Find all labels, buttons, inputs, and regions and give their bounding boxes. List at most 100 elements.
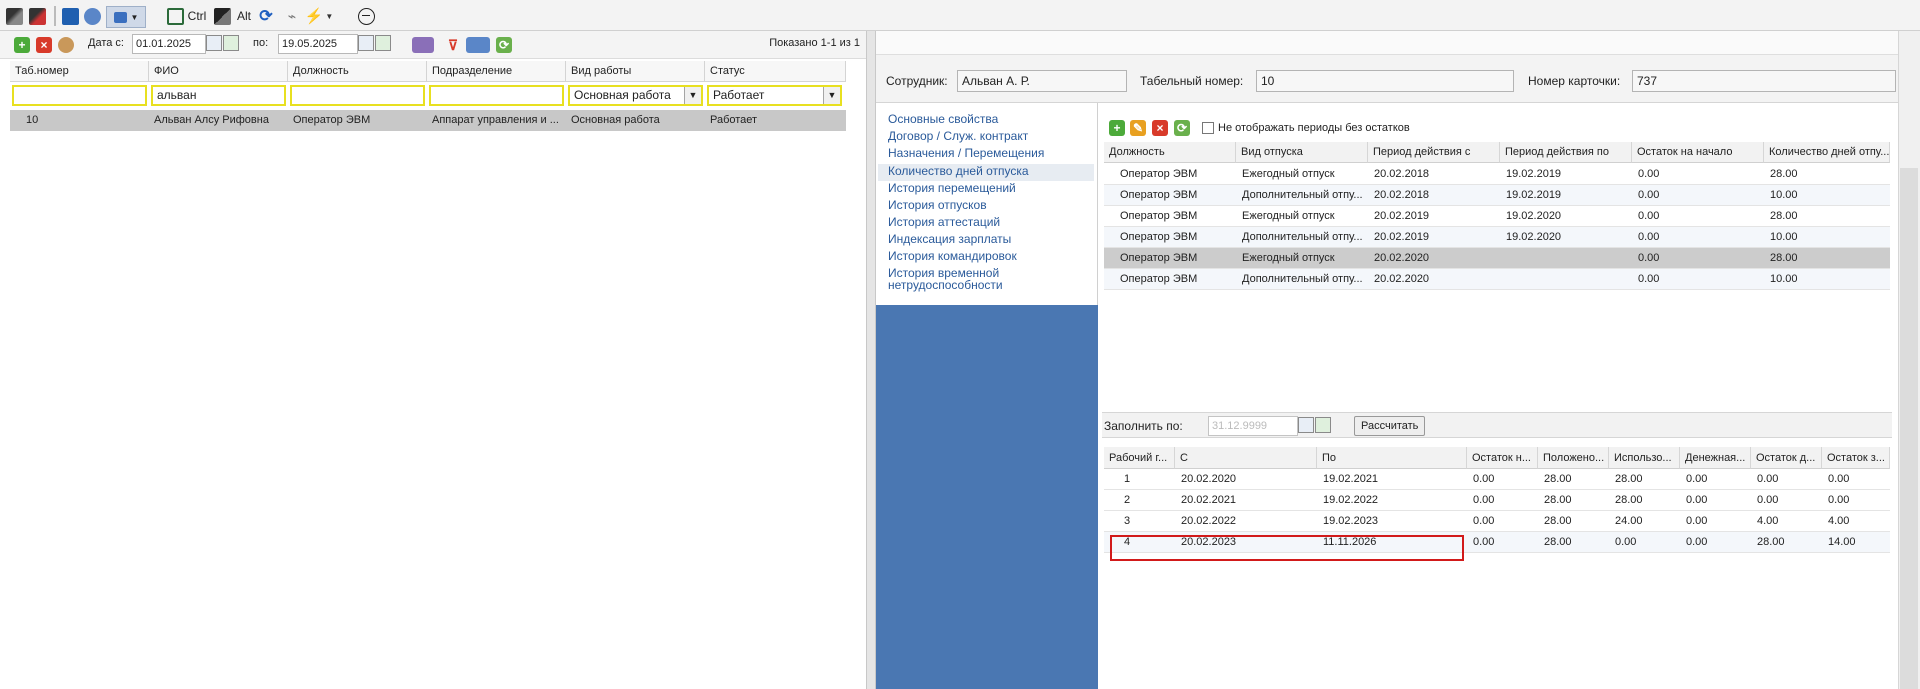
cell-balance-start: 0.00 xyxy=(1638,210,1660,222)
cell-period-from: 20.02.2020 xyxy=(1374,273,1430,285)
column-header-entitled[interactable]: Положено... xyxy=(1538,447,1609,469)
cell-balance-end: 4.00 xyxy=(1828,515,1850,527)
filter-clear-icon[interactable]: ⊽ xyxy=(442,37,464,53)
date-clear-icon[interactable] xyxy=(223,35,239,51)
cell-days-count: 10.00 xyxy=(1770,273,1798,285)
nav-item-assignments[interactable]: Назначения / Перемещения xyxy=(888,147,1044,160)
refresh-icon[interactable]: ⟳ xyxy=(256,6,276,26)
column-header-period-to[interactable]: Период действия по xyxy=(1500,142,1632,163)
column-header-monetary[interactable]: Денежная... xyxy=(1680,447,1751,469)
plug-icon[interactable]: ⌁ xyxy=(282,6,302,26)
column-header-from[interactable]: С xyxy=(1175,447,1317,469)
tools-edit-icon[interactable] xyxy=(26,6,48,26)
scrollbar-thumb[interactable] xyxy=(1900,168,1918,689)
cell-vacation-type: Дополнительный отпу... xyxy=(1242,273,1363,285)
fill-until-input[interactable]: 31.12.9999 xyxy=(1208,416,1298,436)
refresh-icon[interactable]: ⟳ xyxy=(496,37,512,53)
keyboard-icon[interactable] xyxy=(212,6,232,26)
cell-position: Оператор ЭВМ xyxy=(1120,189,1198,201)
cell-position: Оператор ЭВМ xyxy=(1120,252,1198,264)
cell-vacation-type: Ежегодный отпуск xyxy=(1242,210,1335,222)
calculate-button[interactable]: Рассчитать xyxy=(1354,416,1426,436)
edit-icon[interactable]: ✎ xyxy=(1130,120,1146,136)
calendar-icon[interactable] xyxy=(358,35,374,51)
cell-from: 20.02.2022 xyxy=(1181,515,1237,527)
table-row[interactable]: 1 20.02.2020 19.02.2021 0.00 28.00 28.00… xyxy=(1104,469,1890,490)
column-header-fio[interactable]: ФИО xyxy=(149,61,288,82)
column-header-status[interactable]: Статус xyxy=(705,61,846,82)
delete-icon[interactable]: × xyxy=(36,37,52,53)
nav-item-business-trips[interactable]: История командировок xyxy=(888,250,1017,263)
column-header-work-year[interactable]: Рабочий г... xyxy=(1104,447,1175,469)
column-header-used[interactable]: Использо... xyxy=(1609,447,1680,469)
date-from-input[interactable]: 01.01.2025 xyxy=(132,34,206,54)
filter-tabnum[interactable] xyxy=(12,85,147,106)
table-row[interactable]: Оператор ЭВМ Дополнительный отпу... 20.0… xyxy=(1104,227,1890,248)
chevron-down-icon[interactable]: ▼ xyxy=(823,87,840,104)
refresh-icon[interactable]: ⟳ xyxy=(1174,120,1190,136)
lightning-dropdown-icon[interactable]: ⚡ ▼ xyxy=(302,6,336,26)
nav-item-attestation-history[interactable]: История аттестаций xyxy=(888,216,1000,229)
employee-grid: Таб.номер ФИО Должность Подразделение Ви… xyxy=(10,61,846,131)
nav-item-basic-properties[interactable]: Основные свойства xyxy=(888,113,998,126)
nav-item-contract[interactable]: Договор / Служ. контракт xyxy=(888,130,1028,143)
book-icon[interactable] xyxy=(60,6,80,26)
column-header-balance-end[interactable]: Остаток з... xyxy=(1822,447,1890,469)
nav-item-sick-leave-line2[interactable]: нетрудоспособности xyxy=(888,279,1003,292)
cell-entitled: 28.00 xyxy=(1544,515,1572,527)
hide-empty-periods-checkbox[interactable] xyxy=(1202,122,1214,134)
filter-fio[interactable]: альван xyxy=(151,85,286,106)
table-row[interactable]: Оператор ЭВМ Дополнительный отпу... 20.0… xyxy=(1104,269,1890,290)
column-header-position[interactable]: Должность xyxy=(288,61,427,82)
nav-item-transfer-history[interactable]: История перемещений xyxy=(888,182,1016,195)
fullscreen-icon[interactable] xyxy=(165,6,185,26)
table-row[interactable]: Оператор ЭВМ Ежегодный отпуск 20.02.2019… xyxy=(1104,206,1890,227)
table-row[interactable]: Оператор ЭВМ Дополнительный отпу... 20.0… xyxy=(1104,185,1890,206)
filter-work-type[interactable]: Основная работа ▼ xyxy=(568,85,703,106)
date-clear-icon[interactable] xyxy=(1315,417,1331,433)
ctrl-key-button[interactable]: Ctrl xyxy=(186,6,208,26)
table-row-selected[interactable]: Оператор ЭВМ Ежегодный отпуск 20.02.2020… xyxy=(1104,248,1890,269)
add-icon[interactable]: + xyxy=(1109,120,1125,136)
nav-item-vacation-days[interactable]: Количество дней отпуска xyxy=(888,165,1029,178)
tools-icon[interactable] xyxy=(4,6,24,26)
column-header-days-count[interactable]: Количество дней отпу... xyxy=(1764,142,1890,163)
tabnum-field: 10 xyxy=(1256,70,1514,92)
delete-icon[interactable]: × xyxy=(1152,120,1168,136)
hide-empty-periods-label: Не отображать периоды без остатков xyxy=(1218,122,1410,134)
column-header-vacation-type[interactable]: Вид отпуска xyxy=(1236,142,1368,163)
add-icon[interactable]: + xyxy=(14,37,30,53)
table-row[interactable]: Оператор ЭВМ Ежегодный отпуск 20.02.2018… xyxy=(1104,164,1890,185)
column-header-department[interactable]: Подразделение xyxy=(427,61,566,82)
date-to-input[interactable]: 19.05.2025 xyxy=(278,34,358,54)
alt-key-button[interactable]: Alt xyxy=(235,6,253,26)
group-dropdown-icon[interactable] xyxy=(412,37,434,53)
disconnect-icon[interactable] xyxy=(356,6,376,26)
table-row[interactable]: 3 20.02.2022 19.02.2023 0.00 28.00 24.00… xyxy=(1104,511,1890,532)
print-dropdown-icon[interactable] xyxy=(466,37,490,53)
calendar-icon[interactable] xyxy=(206,35,222,51)
column-header-balance-days[interactable]: Остаток д... xyxy=(1751,447,1822,469)
date-clear-icon[interactable] xyxy=(375,35,391,51)
column-header-balance[interactable]: Остаток н... xyxy=(1467,447,1538,469)
cell-balance: 0.00 xyxy=(1473,536,1495,548)
cell-balance: 0.00 xyxy=(1473,494,1495,506)
filter-position[interactable] xyxy=(290,85,425,106)
column-header-balance-start[interactable]: Остаток на начало xyxy=(1632,142,1764,163)
user-icon[interactable] xyxy=(58,37,74,53)
speaker-icon[interactable] xyxy=(82,6,102,26)
chevron-down-icon[interactable]: ▼ xyxy=(684,87,701,104)
panel-splitter[interactable] xyxy=(866,31,876,689)
column-header-tabnum[interactable]: Таб.номер xyxy=(10,61,149,82)
filter-department[interactable] xyxy=(429,85,564,106)
calendar-icon[interactable] xyxy=(1298,417,1314,433)
column-header-period-from[interactable]: Период действия с xyxy=(1368,142,1500,163)
filter-status[interactable]: Работает ▼ xyxy=(707,85,842,106)
column-header-position[interactable]: Должность xyxy=(1104,142,1236,163)
column-header-to[interactable]: По xyxy=(1317,447,1467,469)
window-dropdown[interactable]: ▼ xyxy=(106,6,146,28)
nav-item-vacation-history[interactable]: История отпусков xyxy=(888,199,987,212)
nav-item-salary-indexation[interactable]: Индексация зарплаты xyxy=(888,233,1011,246)
table-row[interactable]: 2 20.02.2021 19.02.2022 0.00 28.00 28.00… xyxy=(1104,490,1890,511)
column-header-work-type[interactable]: Вид работы xyxy=(566,61,705,82)
